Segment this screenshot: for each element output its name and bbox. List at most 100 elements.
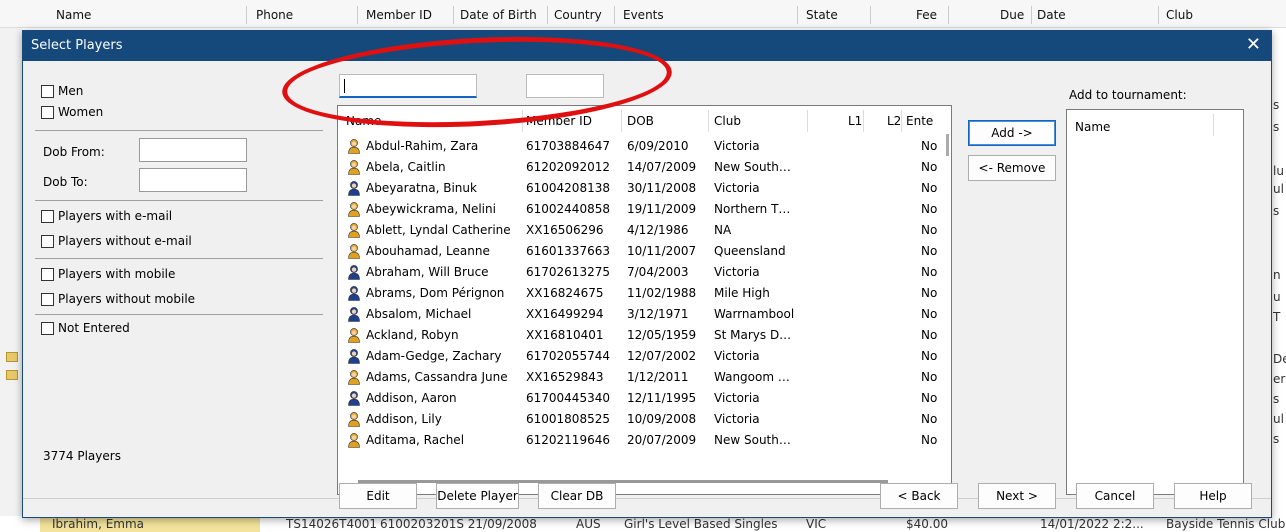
cell-name: Abeyaratna, Binuk — [366, 181, 477, 195]
column-header-dob[interactable]: DOB — [627, 106, 707, 136]
cell-club: Queensland — [714, 244, 786, 258]
cell-entered: No — [921, 202, 938, 216]
dialog-title: Select Players — [31, 38, 123, 53]
table-row[interactable]: Ablett, Lyndal Catherine XX16506296 4/12/1… — [338, 220, 943, 240]
search-name-input[interactable] — [339, 74, 477, 98]
clear-db-button[interactable]: Clear DB — [538, 483, 616, 509]
filter-with-mobile[interactable]: Players with mobile — [41, 267, 175, 281]
female-player-icon — [346, 411, 362, 427]
divider — [35, 130, 323, 131]
scroll-thumb[interactable] — [946, 134, 949, 156]
cell-entered: No — [921, 307, 938, 321]
filter-not-entered[interactable]: Not Entered — [41, 321, 130, 335]
column-header-club[interactable]: Club — [714, 106, 804, 136]
table-row[interactable]: Abdul-Rahim, Zara 61703884647 6/09/2010 Vic… — [338, 136, 943, 156]
background-table-header: Name Phone Member ID Date of Birth Count… — [0, 0, 1286, 28]
dob-to-field[interactable] — [139, 168, 247, 192]
table-row[interactable]: Addison, Aaron 61700445340 12/11/1995 Victo… — [338, 388, 943, 408]
cell-entered: No — [921, 244, 938, 258]
column-header-l2[interactable]: L2 — [887, 106, 907, 136]
column-separator — [863, 110, 864, 132]
cell-id: XX16499294 — [526, 307, 604, 321]
cell-dob: 3/12/1971 — [627, 307, 689, 321]
cell-club: Victoria — [714, 412, 760, 426]
cell-club: Warrnambool — [714, 307, 795, 321]
cell-club: Wangoom … — [714, 370, 790, 384]
tournament-list-header-name[interactable]: Name — [1075, 120, 1110, 134]
cell-dob: 12/05/1959 — [627, 328, 697, 342]
bg-fragment: s — [1273, 432, 1280, 446]
without-mobile-checkbox[interactable] — [41, 292, 54, 306]
text-caret — [344, 79, 345, 93]
column-header-entered[interactable]: Ente — [906, 106, 938, 136]
remove-button[interactable]: <- Remove — [968, 155, 1056, 181]
delete-player-button[interactable]: Delete Player — [436, 483, 519, 509]
filter-men[interactable]: Men — [41, 84, 83, 98]
column-header-name[interactable]: Name — [346, 106, 526, 136]
cell-id: 61004208138 — [526, 181, 610, 195]
cell-name: Addison, Lily — [366, 412, 442, 426]
close-icon[interactable]: ✕ — [1246, 36, 1261, 54]
cell-club: Victoria — [714, 139, 760, 153]
cell-name: Ackland, Robyn — [366, 328, 459, 342]
column-header-l1[interactable]: L1 — [848, 106, 868, 136]
men-checkbox[interactable] — [41, 84, 54, 98]
table-row[interactable]: Absalom, Michael XX16499294 3/12/1971 Warrn… — [338, 304, 943, 324]
cancel-button[interactable]: Cancel — [1076, 483, 1154, 509]
filter-without-email[interactable]: Players without e-mail — [41, 234, 192, 248]
bg-col-separator — [357, 6, 358, 24]
without-email-checkbox[interactable] — [41, 234, 54, 248]
table-row[interactable]: Aditama, Rachel 61202119646 20/07/2009 New … — [338, 430, 943, 450]
filter-without-mobile[interactable]: Players without mobile — [41, 292, 195, 306]
column-header-member-id[interactable]: Member ID — [526, 106, 616, 136]
with-email-checkbox[interactable] — [41, 209, 54, 223]
bg-col-due: Due — [1000, 8, 1025, 22]
vertical-scrollbar[interactable] — [943, 106, 951, 494]
table-row[interactable]: Abrams, Dom Pérignon XX16824675 11/02/1988… — [338, 283, 943, 303]
cell-id: 61202092012 — [526, 160, 610, 174]
tournament-list[interactable]: Name — [1066, 109, 1244, 495]
cell-dob: 14/07/2009 — [627, 160, 697, 174]
dob-from-field[interactable] — [139, 138, 247, 162]
edit-button[interactable]: Edit — [339, 483, 417, 509]
add-button[interactable]: Add -> — [968, 120, 1056, 146]
cell-id: 61700445340 — [526, 391, 610, 405]
men-label: Men — [58, 84, 84, 98]
male-player-icon — [346, 264, 362, 280]
players-list[interactable]: Name Member ID DOB Club L1 L2 Ente Abdul… — [337, 105, 952, 495]
table-row[interactable]: Abouhamad, Leanne 61601337663 10/11/2007 Qu… — [338, 241, 943, 261]
table-row[interactable]: Abraham, Will Bruce 61702613275 7/04/2003 V… — [338, 262, 943, 282]
table-row[interactable]: Addison, Lily 61001808525 10/09/2008 Victor… — [338, 409, 943, 429]
table-row[interactable]: Adam-Gedge, Zachary 61702055744 12/07/2002… — [338, 346, 943, 366]
table-row[interactable]: Abeyaratna, Binuk 61004208138 30/11/2008 Vi… — [338, 178, 943, 198]
filter-with-email[interactable]: Players with e-mail — [41, 209, 172, 223]
table-row[interactable]: Adams, Cassandra June XX16529843 1/12/2011… — [338, 367, 943, 387]
table-row[interactable]: Abeywickrama, Nelini 61002440858 19/11/200… — [338, 199, 943, 219]
filter-women[interactable]: Women — [41, 105, 103, 119]
next-button[interactable]: Next > — [978, 483, 1056, 509]
cell-entered: No — [921, 370, 938, 384]
table-row[interactable]: Ackland, Robyn XX16810401 12/05/1959 St Mar… — [338, 325, 943, 345]
female-player-icon — [346, 159, 362, 175]
female-player-icon — [346, 432, 362, 448]
bg-cell: TS14026T4001 — [286, 517, 377, 531]
female-player-icon — [346, 369, 362, 385]
cell-entered: No — [921, 391, 938, 405]
women-checkbox[interactable] — [41, 105, 54, 119]
back-button[interactable]: < Back — [880, 483, 958, 509]
bg-col-phone: Phone — [256, 8, 294, 22]
cell-id: XX16506296 — [526, 223, 604, 237]
not-entered-checkbox[interactable] — [41, 321, 54, 335]
search-id-input[interactable] — [526, 74, 604, 98]
bg-cell: VIC — [806, 517, 827, 531]
cell-name: Aditama, Rachel — [366, 433, 465, 447]
help-button[interactable]: Help — [1174, 483, 1252, 509]
cell-id: 61703884647 — [526, 139, 610, 153]
table-row[interactable]: Abela, Caitlin 61202092012 14/07/2009 New S… — [338, 157, 943, 177]
bg-fragment: ul — [1273, 412, 1284, 426]
cell-id: 61001808525 — [526, 412, 610, 426]
with-mobile-checkbox[interactable] — [41, 267, 54, 281]
cell-club: St Marys D… — [714, 328, 792, 342]
cell-club: Victoria — [714, 265, 760, 279]
women-label: Women — [58, 105, 104, 119]
